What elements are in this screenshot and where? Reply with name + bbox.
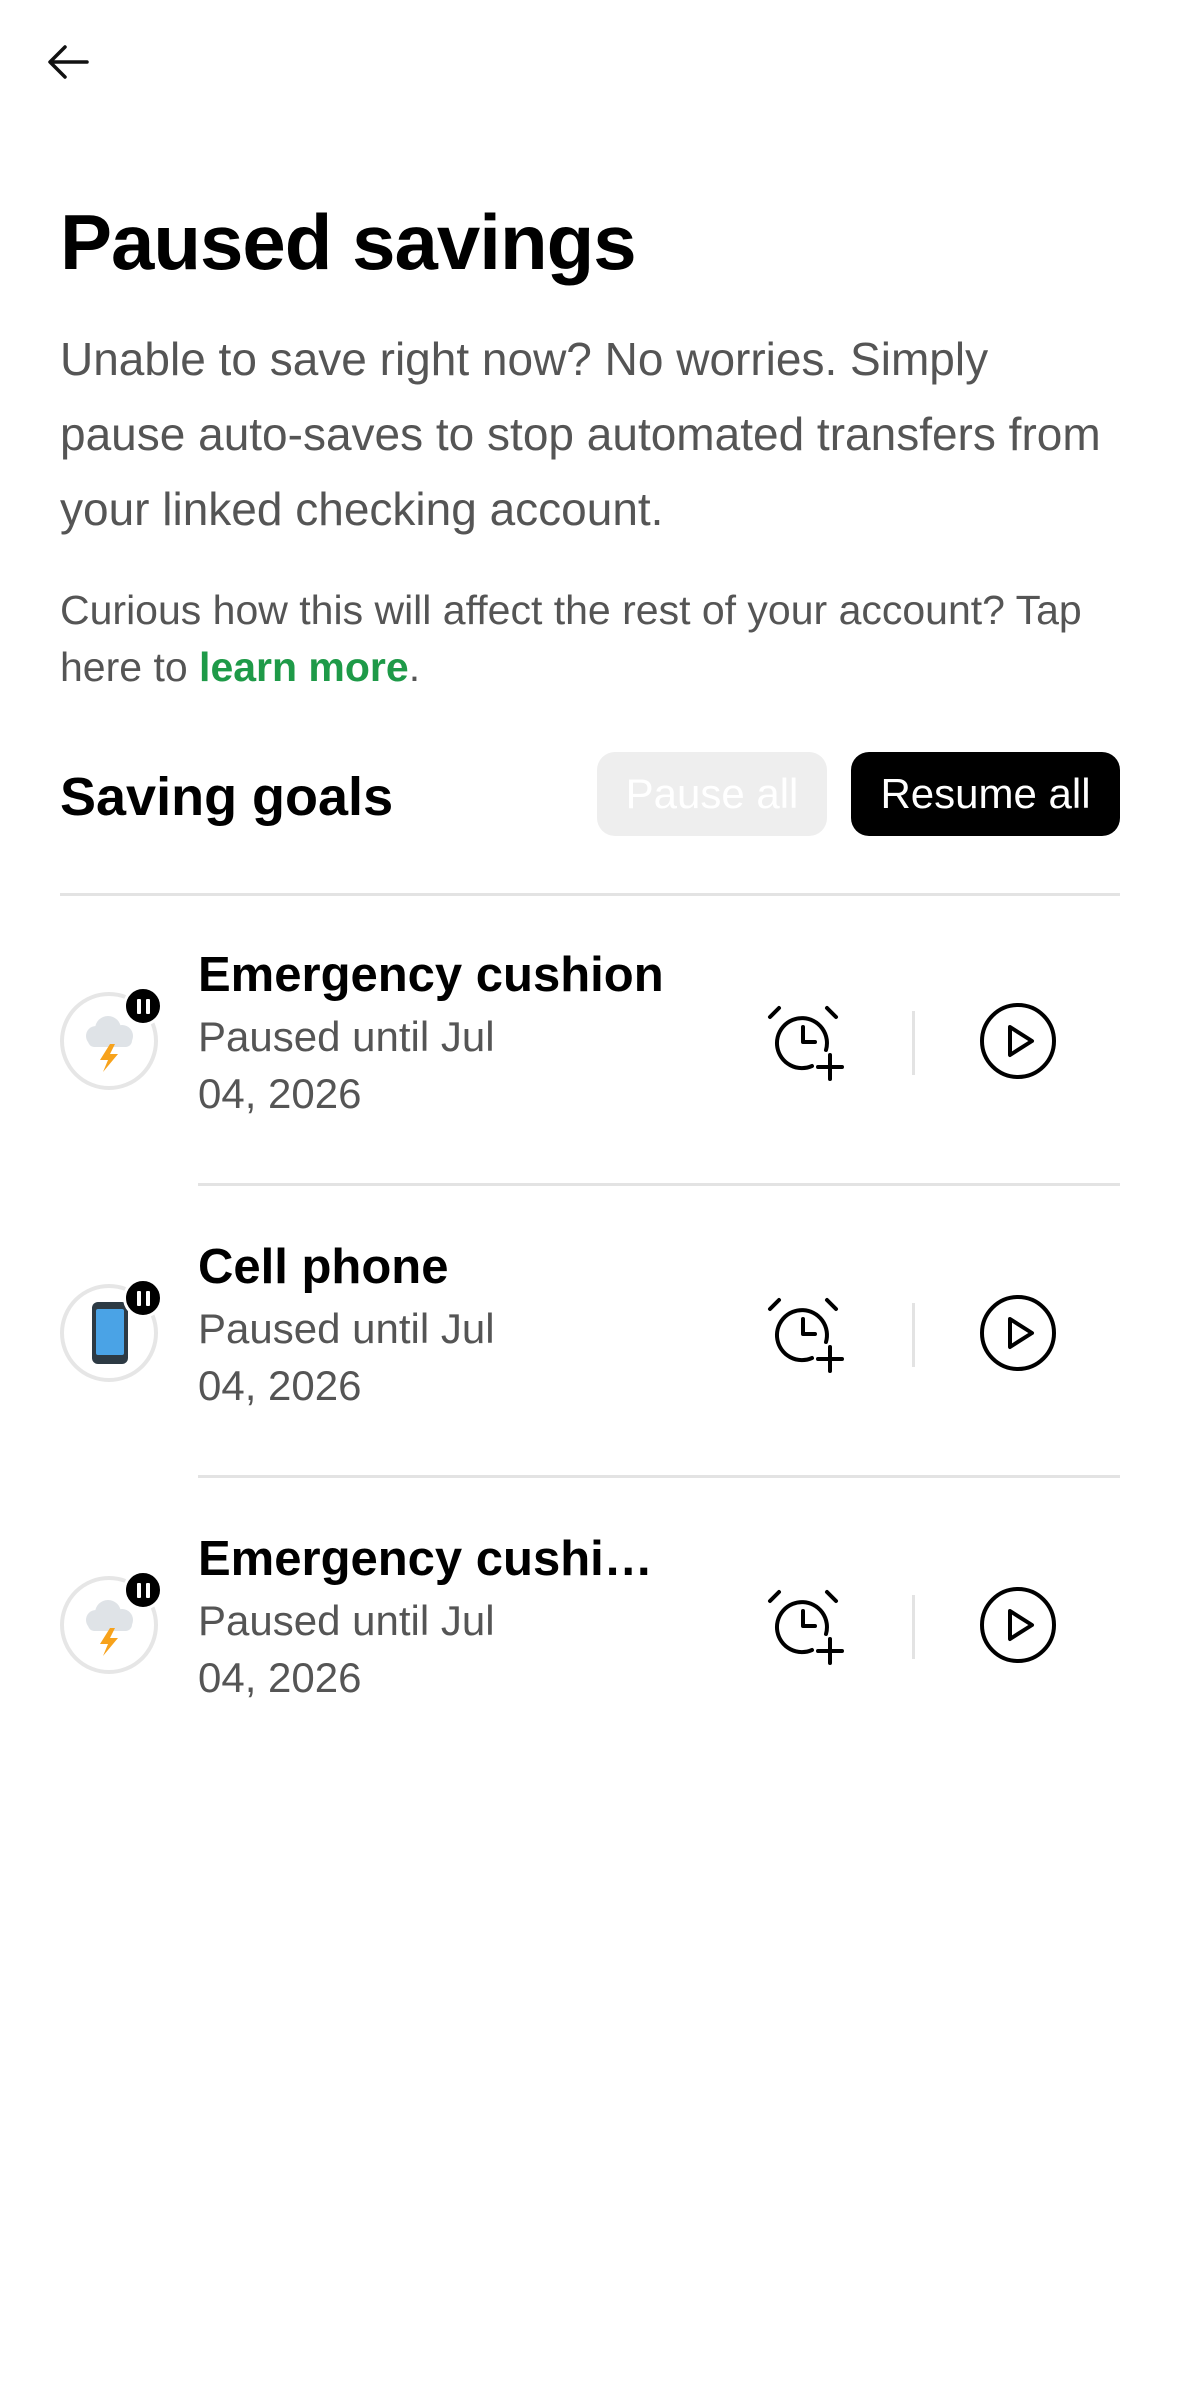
goal-status: Paused until Jul 04, 2026 bbox=[198, 1013, 495, 1117]
play-circle-icon bbox=[980, 1003, 1056, 1079]
alarm-clock-plus-icon bbox=[768, 1298, 844, 1373]
page-title: Paused savings bbox=[60, 198, 637, 286]
arrow-left-icon bbox=[48, 45, 89, 79]
alarm-clock-plus-icon bbox=[768, 1590, 844, 1665]
row-divider bbox=[198, 1183, 1120, 1186]
snooze-alarm-button[interactable] bbox=[763, 1288, 853, 1378]
goal-name: Emergency cushio... bbox=[198, 1532, 668, 1586]
play-circle-icon bbox=[980, 1587, 1056, 1663]
info-suffix: . bbox=[408, 644, 421, 690]
goal-status: Paused until Jul 04, 2026 bbox=[198, 1597, 495, 1701]
goal-status: Paused until Jul 04, 2026 bbox=[198, 1305, 495, 1409]
goal-name: Emergency cushion bbox=[198, 948, 664, 1002]
pause-all-button[interactable]: Pause all bbox=[597, 752, 827, 836]
goal-row: Emergency cushion Paused until Jul 04, 2… bbox=[0, 896, 1179, 1186]
saving-goals-title: Saving goals bbox=[60, 767, 394, 827]
goal-row: Cell phone Paused until Jul 04, 2026 bbox=[0, 1188, 1179, 1478]
snooze-alarm-button[interactable] bbox=[763, 1580, 853, 1670]
play-circle-icon bbox=[980, 1295, 1056, 1371]
action-separator bbox=[912, 1595, 915, 1659]
intro-text: Unable to save right now? No worries. Si… bbox=[60, 333, 1101, 535]
action-separator bbox=[912, 1303, 915, 1367]
resume-goal-button[interactable] bbox=[973, 996, 1063, 1086]
paused-badge-icon bbox=[123, 1278, 163, 1318]
action-separator bbox=[912, 1011, 915, 1075]
resume-all-button[interactable]: Resume all bbox=[851, 752, 1120, 836]
snooze-alarm-button[interactable] bbox=[763, 996, 853, 1086]
learn-more-link[interactable]: learn more bbox=[199, 644, 409, 690]
resume-goal-button[interactable] bbox=[973, 1288, 1063, 1378]
resume-goal-button[interactable] bbox=[973, 1580, 1063, 1670]
back-button[interactable] bbox=[36, 30, 100, 94]
info-text: Curious how this will affect the rest of… bbox=[60, 582, 1140, 696]
row-divider bbox=[198, 1475, 1120, 1478]
alarm-clock-plus-icon bbox=[768, 1006, 844, 1081]
paused-badge-icon bbox=[123, 1570, 163, 1610]
goal-name: Cell phone bbox=[198, 1240, 449, 1294]
paused-badge-icon bbox=[123, 986, 163, 1026]
goal-row: Emergency cushio... Paused until Jul 04,… bbox=[0, 1480, 1179, 1770]
